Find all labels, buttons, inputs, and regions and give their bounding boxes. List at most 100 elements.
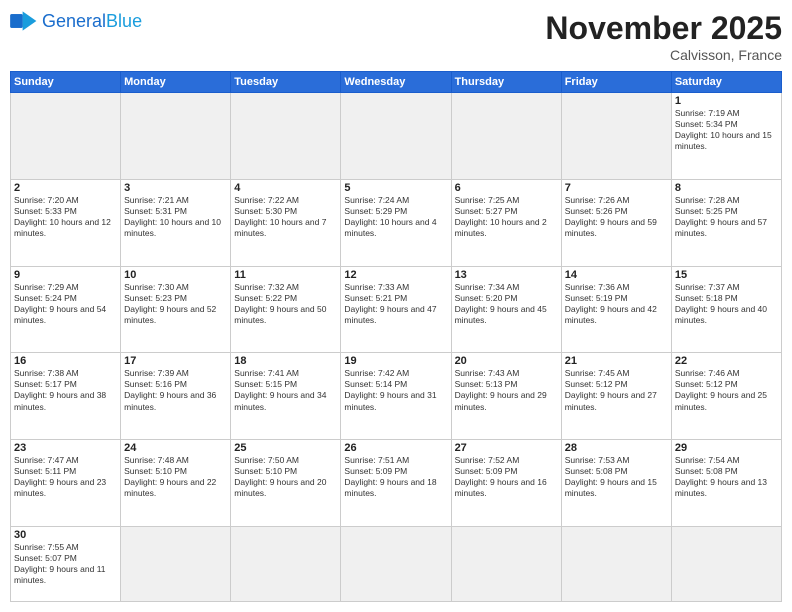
calendar-cell: 9Sunrise: 7:29 AMSunset: 5:24 PMDaylight… (11, 266, 121, 353)
cell-info: Sunrise: 7:55 AMSunset: 5:07 PMDaylight:… (14, 542, 117, 586)
week-row-6: 30Sunrise: 7:55 AMSunset: 5:07 PMDayligh… (11, 526, 782, 601)
cell-info: Sunrise: 7:19 AMSunset: 5:34 PMDaylight:… (675, 108, 778, 152)
calendar-cell: 19Sunrise: 7:42 AMSunset: 5:14 PMDayligh… (341, 353, 451, 440)
day-number: 15 (675, 269, 778, 281)
calendar-cell (561, 526, 671, 601)
week-row-5: 23Sunrise: 7:47 AMSunset: 5:11 PMDayligh… (11, 440, 782, 527)
day-number: 18 (234, 355, 337, 367)
cell-info: Sunrise: 7:32 AMSunset: 5:22 PMDaylight:… (234, 282, 337, 326)
calendar-cell: 4Sunrise: 7:22 AMSunset: 5:30 PMDaylight… (231, 179, 341, 266)
month-title: November 2025 (545, 10, 782, 47)
calendar-cell: 17Sunrise: 7:39 AMSunset: 5:16 PMDayligh… (121, 353, 231, 440)
cell-info: Sunrise: 7:45 AMSunset: 5:12 PMDaylight:… (565, 368, 668, 412)
col-tuesday: Tuesday (231, 72, 341, 93)
week-row-2: 2Sunrise: 7:20 AMSunset: 5:33 PMDaylight… (11, 179, 782, 266)
day-number: 7 (565, 182, 668, 194)
calendar-cell: 27Sunrise: 7:52 AMSunset: 5:09 PMDayligh… (451, 440, 561, 527)
cell-info: Sunrise: 7:43 AMSunset: 5:13 PMDaylight:… (455, 368, 558, 412)
day-number: 8 (675, 182, 778, 194)
col-wednesday: Wednesday (341, 72, 451, 93)
calendar-cell: 15Sunrise: 7:37 AMSunset: 5:18 PMDayligh… (671, 266, 781, 353)
day-number: 10 (124, 269, 227, 281)
day-number: 28 (565, 442, 668, 454)
logo-icon (10, 10, 38, 32)
logo: GeneralBlue (10, 10, 142, 32)
calendar-cell: 7Sunrise: 7:26 AMSunset: 5:26 PMDaylight… (561, 179, 671, 266)
week-row-1: 1Sunrise: 7:19 AMSunset: 5:34 PMDaylight… (11, 93, 782, 180)
cell-info: Sunrise: 7:20 AMSunset: 5:33 PMDaylight:… (14, 195, 117, 239)
cell-info: Sunrise: 7:36 AMSunset: 5:19 PMDaylight:… (565, 282, 668, 326)
cell-info: Sunrise: 7:26 AMSunset: 5:26 PMDaylight:… (565, 195, 668, 239)
day-number: 19 (344, 355, 447, 367)
cell-info: Sunrise: 7:38 AMSunset: 5:17 PMDaylight:… (14, 368, 117, 412)
calendar-cell (341, 526, 451, 601)
calendar-cell: 23Sunrise: 7:47 AMSunset: 5:11 PMDayligh… (11, 440, 121, 527)
cell-info: Sunrise: 7:50 AMSunset: 5:10 PMDaylight:… (234, 455, 337, 499)
cell-info: Sunrise: 7:51 AMSunset: 5:09 PMDaylight:… (344, 455, 447, 499)
calendar-cell: 22Sunrise: 7:46 AMSunset: 5:12 PMDayligh… (671, 353, 781, 440)
cell-info: Sunrise: 7:37 AMSunset: 5:18 PMDaylight:… (675, 282, 778, 326)
cell-info: Sunrise: 7:46 AMSunset: 5:12 PMDaylight:… (675, 368, 778, 412)
calendar-cell: 25Sunrise: 7:50 AMSunset: 5:10 PMDayligh… (231, 440, 341, 527)
calendar-cell: 12Sunrise: 7:33 AMSunset: 5:21 PMDayligh… (341, 266, 451, 353)
col-sunday: Sunday (11, 72, 121, 93)
calendar-cell (231, 93, 341, 180)
day-number: 21 (565, 355, 668, 367)
calendar-cell: 26Sunrise: 7:51 AMSunset: 5:09 PMDayligh… (341, 440, 451, 527)
title-block: November 2025 Calvisson, France (545, 10, 782, 63)
day-number: 16 (14, 355, 117, 367)
location: Calvisson, France (545, 47, 782, 63)
day-number: 9 (14, 269, 117, 281)
calendar-cell (561, 93, 671, 180)
logo-general: General (42, 11, 106, 31)
cell-info: Sunrise: 7:28 AMSunset: 5:25 PMDaylight:… (675, 195, 778, 239)
col-thursday: Thursday (451, 72, 561, 93)
cell-info: Sunrise: 7:29 AMSunset: 5:24 PMDaylight:… (14, 282, 117, 326)
cell-info: Sunrise: 7:48 AMSunset: 5:10 PMDaylight:… (124, 455, 227, 499)
calendar-table: Sunday Monday Tuesday Wednesday Thursday… (10, 71, 782, 602)
calendar-cell (121, 93, 231, 180)
day-number: 22 (675, 355, 778, 367)
calendar-cell: 16Sunrise: 7:38 AMSunset: 5:17 PMDayligh… (11, 353, 121, 440)
day-number: 13 (455, 269, 558, 281)
calendar-cell: 29Sunrise: 7:54 AMSunset: 5:08 PMDayligh… (671, 440, 781, 527)
cell-info: Sunrise: 7:24 AMSunset: 5:29 PMDaylight:… (344, 195, 447, 239)
calendar-cell: 3Sunrise: 7:21 AMSunset: 5:31 PMDaylight… (121, 179, 231, 266)
cell-info: Sunrise: 7:21 AMSunset: 5:31 PMDaylight:… (124, 195, 227, 239)
calendar-cell: 30Sunrise: 7:55 AMSunset: 5:07 PMDayligh… (11, 526, 121, 601)
day-number: 20 (455, 355, 558, 367)
page: GeneralBlue November 2025 Calvisson, Fra… (0, 0, 792, 612)
logo-blue: Blue (106, 11, 142, 31)
cell-info: Sunrise: 7:39 AMSunset: 5:16 PMDaylight:… (124, 368, 227, 412)
cell-info: Sunrise: 7:22 AMSunset: 5:30 PMDaylight:… (234, 195, 337, 239)
day-number: 29 (675, 442, 778, 454)
day-number: 6 (455, 182, 558, 194)
calendar-cell (451, 526, 561, 601)
calendar-header-row: Sunday Monday Tuesday Wednesday Thursday… (11, 72, 782, 93)
day-number: 25 (234, 442, 337, 454)
calendar-cell: 13Sunrise: 7:34 AMSunset: 5:20 PMDayligh… (451, 266, 561, 353)
cell-info: Sunrise: 7:52 AMSunset: 5:09 PMDaylight:… (455, 455, 558, 499)
cell-info: Sunrise: 7:33 AMSunset: 5:21 PMDaylight:… (344, 282, 447, 326)
day-number: 5 (344, 182, 447, 194)
logo-text: GeneralBlue (42, 11, 142, 32)
day-number: 2 (14, 182, 117, 194)
cell-info: Sunrise: 7:25 AMSunset: 5:27 PMDaylight:… (455, 195, 558, 239)
day-number: 27 (455, 442, 558, 454)
calendar-cell: 10Sunrise: 7:30 AMSunset: 5:23 PMDayligh… (121, 266, 231, 353)
day-number: 26 (344, 442, 447, 454)
calendar-cell (121, 526, 231, 601)
day-number: 24 (124, 442, 227, 454)
cell-info: Sunrise: 7:47 AMSunset: 5:11 PMDaylight:… (14, 455, 117, 499)
header: GeneralBlue November 2025 Calvisson, Fra… (10, 10, 782, 63)
day-number: 1 (675, 95, 778, 107)
calendar-cell: 5Sunrise: 7:24 AMSunset: 5:29 PMDaylight… (341, 179, 451, 266)
cell-info: Sunrise: 7:42 AMSunset: 5:14 PMDaylight:… (344, 368, 447, 412)
calendar-cell: 21Sunrise: 7:45 AMSunset: 5:12 PMDayligh… (561, 353, 671, 440)
calendar-cell: 20Sunrise: 7:43 AMSunset: 5:13 PMDayligh… (451, 353, 561, 440)
calendar-cell: 11Sunrise: 7:32 AMSunset: 5:22 PMDayligh… (231, 266, 341, 353)
calendar-cell: 28Sunrise: 7:53 AMSunset: 5:08 PMDayligh… (561, 440, 671, 527)
calendar-cell (11, 93, 121, 180)
cell-info: Sunrise: 7:54 AMSunset: 5:08 PMDaylight:… (675, 455, 778, 499)
calendar-cell: 1Sunrise: 7:19 AMSunset: 5:34 PMDaylight… (671, 93, 781, 180)
